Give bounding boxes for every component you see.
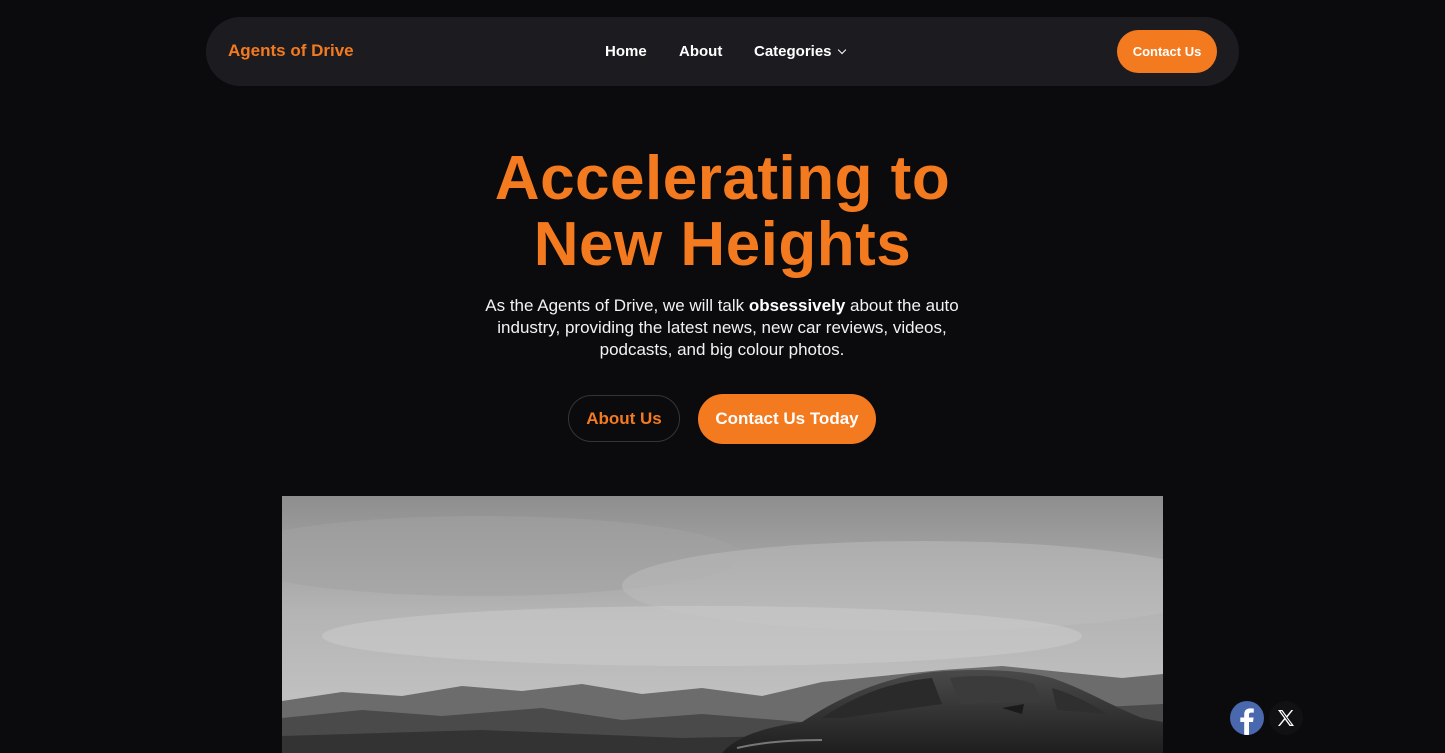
facebook-glyph	[1240, 708, 1254, 735]
about-us-button[interactable]: About Us	[568, 395, 680, 442]
nav-link-home[interactable]: Home	[605, 43, 647, 60]
nav-contact-button[interactable]: Contact Us	[1117, 30, 1217, 73]
navbar: Agents of Drive Home About Categories Co…	[206, 17, 1239, 86]
hero-car-image	[282, 496, 1163, 753]
x-glyph	[1278, 710, 1294, 726]
hero-description: As the Agents of Drive, we will talk obs…	[472, 295, 972, 361]
nav-link-about[interactable]: About	[679, 43, 722, 60]
x-icon[interactable]	[1269, 701, 1303, 735]
hero-desc-part-1: As the Agents of Drive, we will talk	[485, 296, 749, 315]
hero-desc-bold: obsessively	[748, 296, 846, 315]
chevron-down-icon	[837, 45, 846, 54]
facebook-icon[interactable]	[1230, 701, 1264, 735]
nav-categories-label: Categories	[754, 43, 832, 60]
hero-title-line-2: New Heights	[533, 210, 912, 279]
hero-title-line-1: Accelerating to	[494, 144, 951, 213]
page: Agents of Drive Home About Categories Co…	[0, 0, 1445, 753]
nav-link-categories[interactable]: Categories	[754, 43, 846, 60]
car-landscape-illustration	[282, 496, 1163, 753]
hero-title: Accelerating to New Heights	[0, 146, 1445, 278]
contact-us-today-button[interactable]: Contact Us Today	[698, 394, 876, 444]
brand-logo[interactable]: Agents of Drive	[228, 41, 354, 61]
